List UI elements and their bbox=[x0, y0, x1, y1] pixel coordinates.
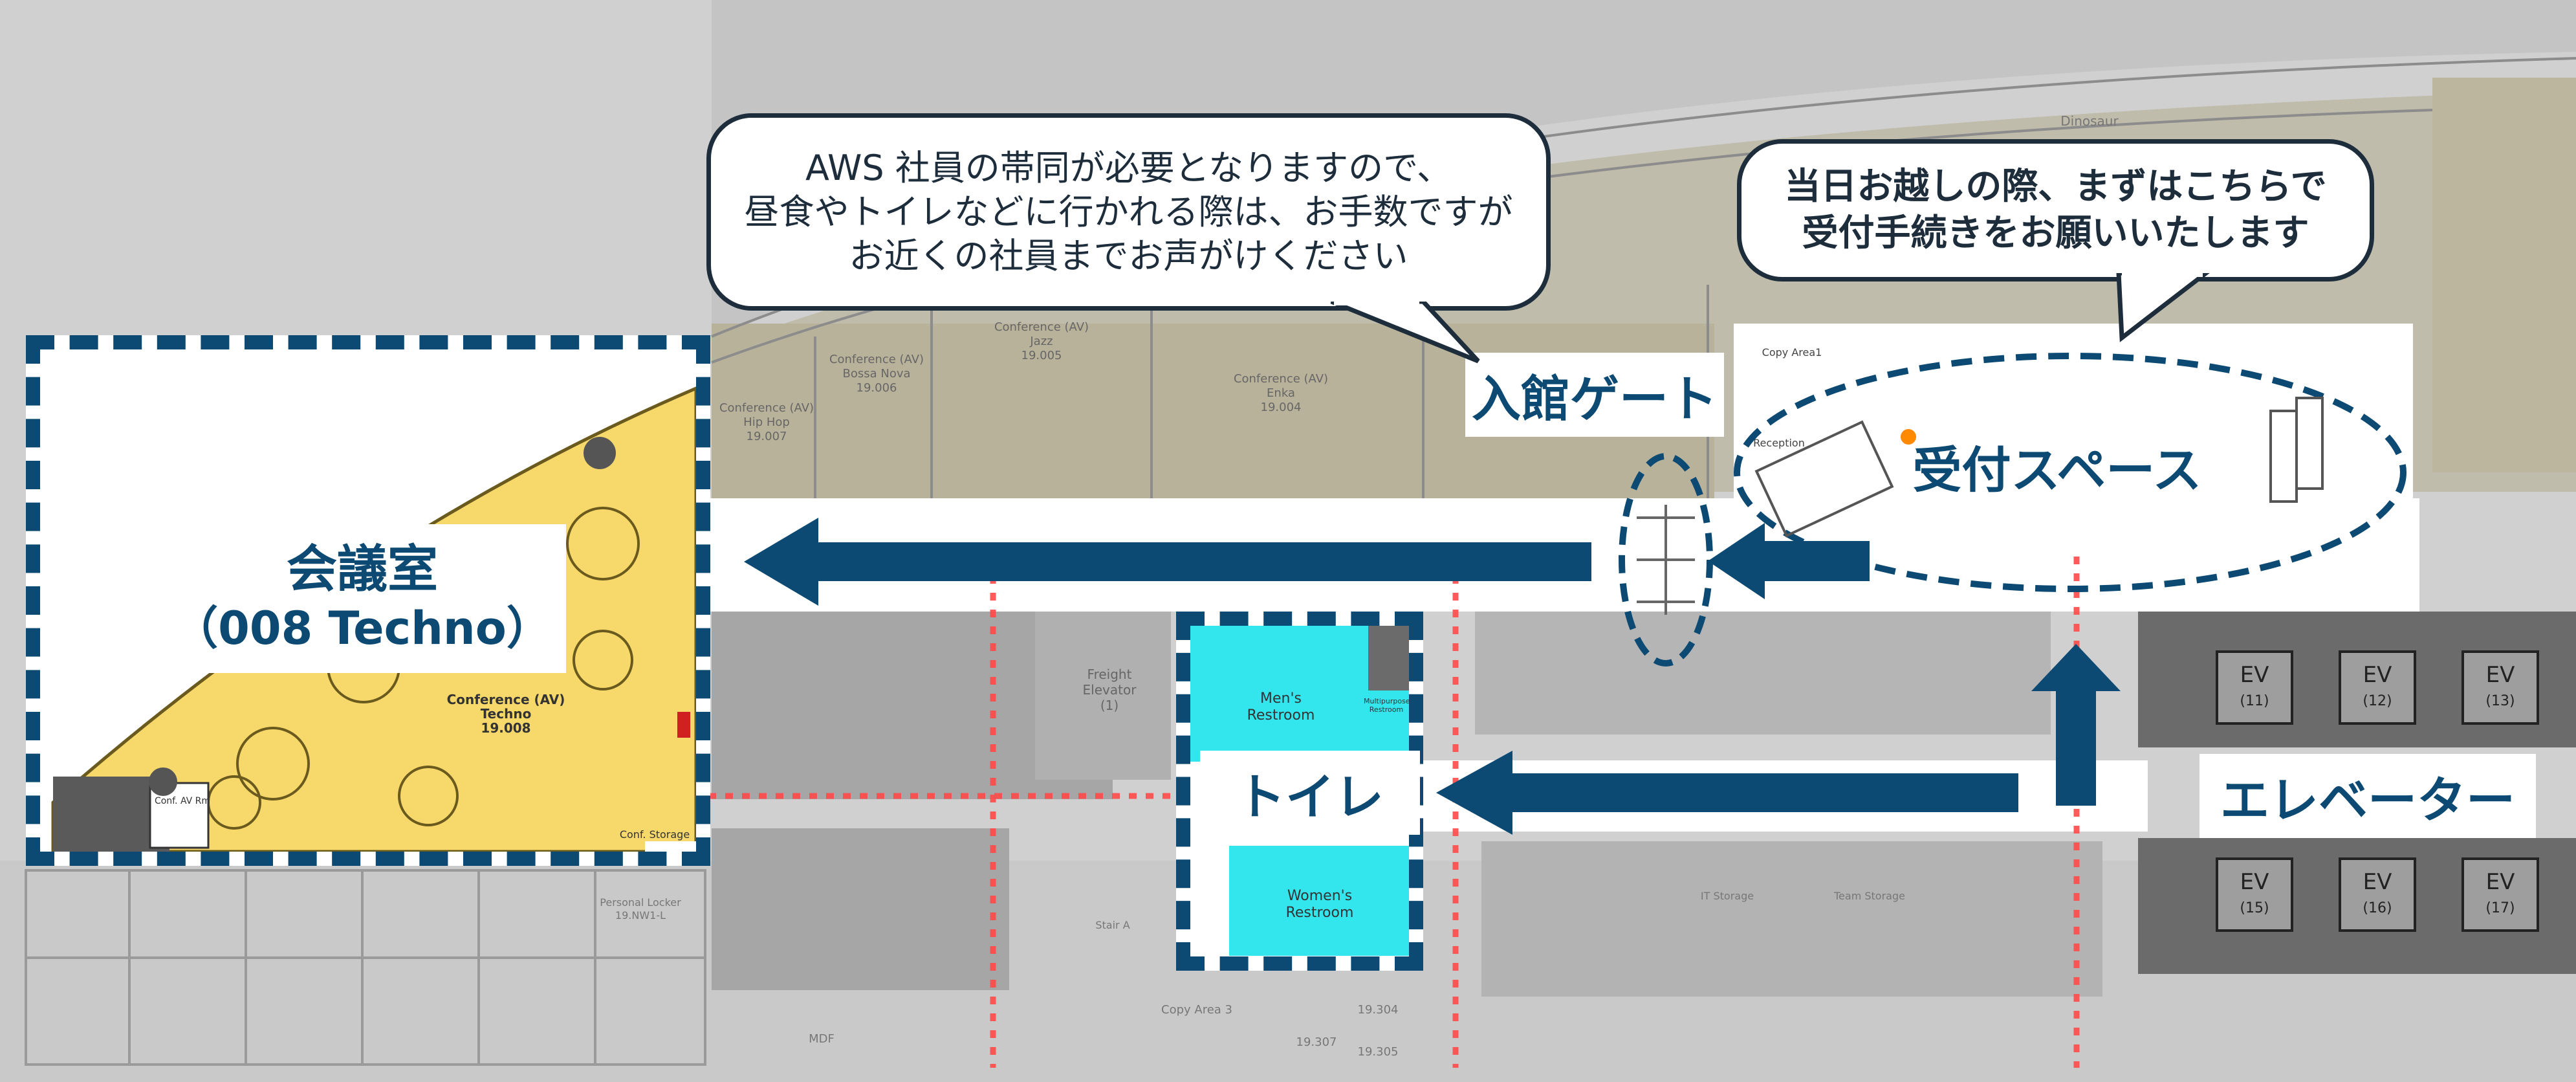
reception-note-text: 当日お越しの際、まずはこちらで 受付手続きをお願いいたします bbox=[1784, 166, 2327, 254]
reception-note-callout: 当日お越しの際、まずはこちらで 受付手続きをお願いいたします bbox=[1737, 139, 2374, 282]
arrow-to-toilet bbox=[1436, 751, 2018, 835]
escort-note-tail bbox=[1330, 302, 1480, 364]
arrow-from-elevator bbox=[2031, 644, 2121, 806]
reception-note-tail bbox=[2116, 273, 2210, 342]
escort-note-text: AWS 社員の帯同が必要となりますので、 昼食やトイレなどに行かれる際は、お手数… bbox=[744, 147, 1513, 276]
arrow-reception-to-gate bbox=[1708, 523, 1870, 599]
escort-note-callout: AWS 社員の帯同が必要となりますので、 昼食やトイレなどに行かれる際は、お手数… bbox=[706, 113, 1551, 311]
arrow-to-meeting-room bbox=[744, 518, 1591, 606]
